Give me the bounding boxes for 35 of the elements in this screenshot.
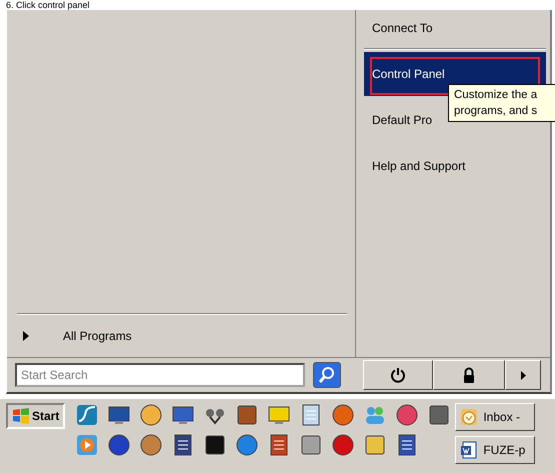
app-icon <box>107 433 132 457</box>
more-options-button[interactable] <box>505 360 541 390</box>
app-icon <box>299 433 324 457</box>
lock-button[interactable] <box>433 360 505 390</box>
arrow-icon <box>23 331 29 341</box>
app-icon <box>139 403 164 427</box>
power-icon <box>390 367 406 383</box>
lock-icon <box>461 367 477 383</box>
app-icon <box>235 403 260 427</box>
app-icon <box>395 403 420 427</box>
search-field[interactable]: Start Search <box>15 363 305 387</box>
search-icon <box>318 366 336 384</box>
app-icon <box>363 433 388 457</box>
app-icon <box>203 433 228 457</box>
arrow-icon <box>520 370 526 380</box>
menu-item[interactable]: Connect To <box>364 10 546 46</box>
taskbar-button[interactable]: Inbox - <box>455 403 536 431</box>
app-icon <box>139 433 164 457</box>
caption: 6. Click control panel <box>5 0 91 10</box>
menu-item[interactable]: Help and Support <box>364 143 546 189</box>
power-button[interactable] <box>363 360 433 390</box>
start-button[interactable]: Start <box>6 403 66 429</box>
all-programs-item[interactable]: All Programs <box>63 329 132 343</box>
app-icon <box>235 433 260 457</box>
app-icon <box>75 433 100 457</box>
taskbar-button[interactable]: FUZE-p <box>455 436 536 464</box>
app-icon <box>75 403 100 427</box>
app-icon <box>427 403 452 427</box>
document-icon <box>460 441 478 459</box>
app-icon <box>331 403 356 427</box>
search-button[interactable] <box>313 362 341 388</box>
clock-icon <box>460 408 478 426</box>
tooltip: Customize the a programs, and s <box>448 84 555 122</box>
windows-logo <box>12 408 30 424</box>
app-icon <box>331 433 356 457</box>
